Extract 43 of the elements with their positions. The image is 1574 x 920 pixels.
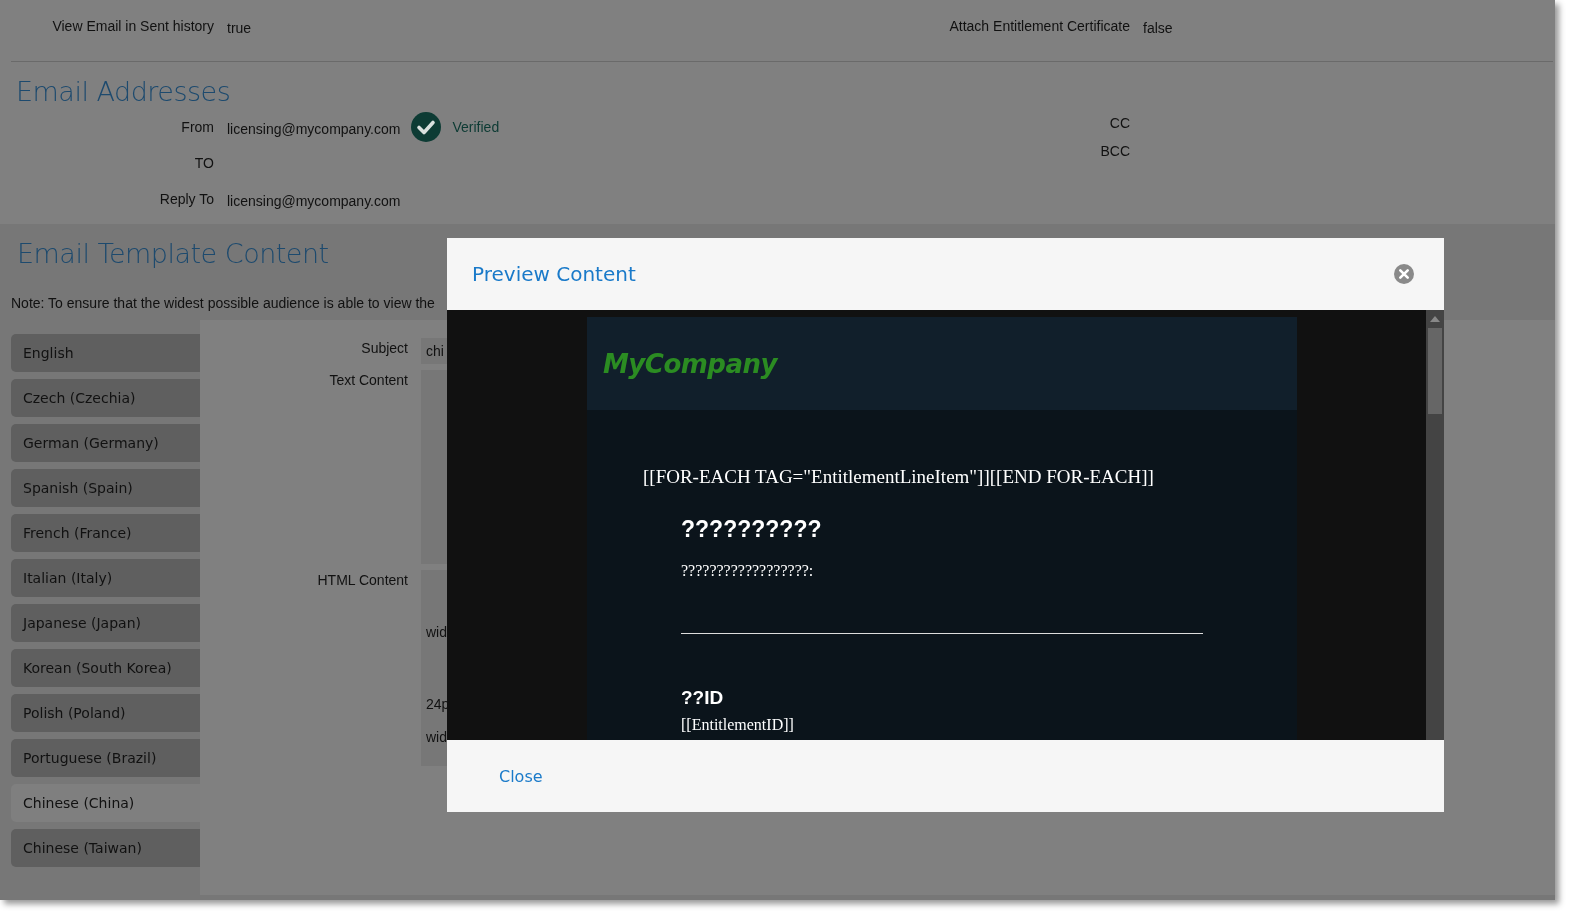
email-text: ??????????????????: bbox=[681, 562, 815, 580]
language-tab[interactable]: Italian (Italy) bbox=[11, 559, 200, 597]
field-label: Reply To bbox=[158, 191, 215, 207]
language-tab[interactable]: Polish (Poland) bbox=[11, 694, 200, 732]
template-tag: [[FOR-EACH TAG="EntitlementLineItem"]][[END FOR-EACH]] bbox=[643, 466, 1297, 488]
section-heading: Email Addresses bbox=[16, 76, 232, 107]
close-button[interactable]: Close bbox=[499, 766, 543, 786]
field-label: HTML Content bbox=[316, 571, 408, 590]
language-tab[interactable]: Japanese (Japan) bbox=[11, 604, 200, 642]
field-label: BCC bbox=[1099, 143, 1131, 159]
field-value: false bbox=[1143, 18, 1173, 36]
field-label: View Email in Sent history bbox=[51, 18, 215, 34]
language-tab[interactable]: Chinese (Taiwan) bbox=[11, 829, 200, 867]
field-label: Attach Entitlement Certificate bbox=[948, 18, 1131, 34]
field-label: Subject bbox=[360, 339, 408, 358]
logo-text: MyCompany bbox=[603, 348, 777, 379]
scroll-up-arrow-icon[interactable] bbox=[1430, 316, 1440, 322]
field-label: CC bbox=[1108, 115, 1131, 131]
language-tab[interactable]: French (France) bbox=[11, 514, 200, 552]
language-tab[interactable]: Portuguese (Brazil) bbox=[11, 739, 200, 777]
email-heading: ??ID bbox=[681, 687, 725, 709]
language-tab[interactable]: Korean (South Korea) bbox=[11, 649, 200, 687]
verified-label: Verified bbox=[452, 119, 500, 135]
close-icon[interactable] bbox=[1394, 264, 1414, 284]
scrollbar-thumb[interactable] bbox=[1428, 328, 1442, 414]
field-label: TO bbox=[193, 155, 215, 171]
email-heading: ?????????? bbox=[681, 516, 823, 543]
language-tab[interactable]: English bbox=[11, 334, 200, 372]
section-heading: Email Template Content bbox=[17, 238, 330, 269]
language-tab[interactable]: Czech (Czechia) bbox=[11, 379, 200, 417]
language-tab[interactable]: Chinese (China) bbox=[11, 784, 200, 822]
field-label: Text Content bbox=[328, 371, 408, 390]
email-address: licensing@mycompany.com bbox=[227, 119, 401, 137]
code-text: wid bbox=[426, 624, 448, 640]
email-text: [[EntitlementID]] bbox=[681, 716, 795, 734]
field-value: true bbox=[227, 18, 252, 36]
field-label: From bbox=[180, 119, 215, 135]
dialog-title: Preview Content bbox=[472, 262, 636, 286]
email-address: licensing@mycompany.com bbox=[227, 191, 401, 209]
language-tab[interactable]: Spanish (Spain) bbox=[11, 469, 200, 507]
note-text: Note: To ensure that the widest possible audience is able to view the bbox=[11, 295, 436, 313]
code-text: wid bbox=[426, 729, 448, 745]
language-tab[interactable]: German (Germany) bbox=[11, 424, 200, 462]
